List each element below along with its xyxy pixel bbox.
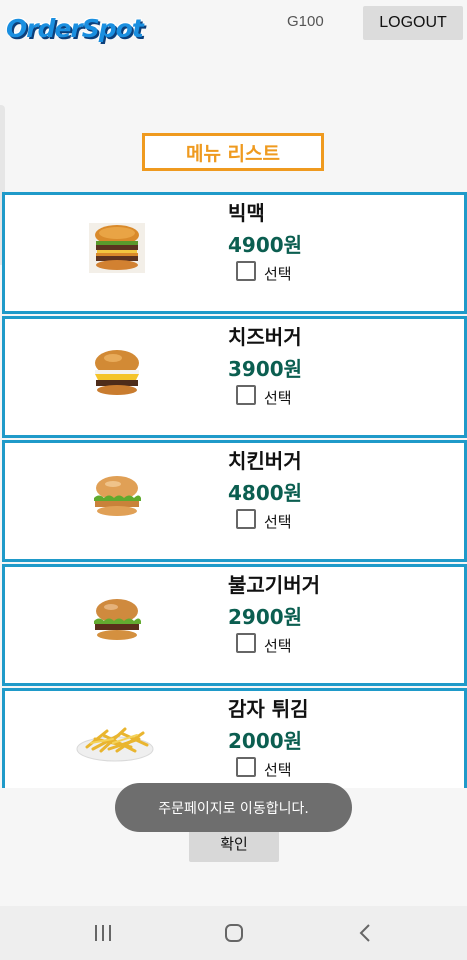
menu-list[interactable]: 빅맥 4900원 선택 치즈버거 3900원 선택 치킨버거 4800원 선택 … <box>0 192 467 788</box>
cheese-burger-image <box>89 347 145 397</box>
menu-item-price: 2900원 <box>228 605 303 629</box>
logout-button[interactable]: LOGOUT <box>363 6 463 40</box>
chicken-burger-image <box>89 471 145 521</box>
menu-item-checkbox[interactable] <box>236 509 256 529</box>
menu-item-select-label[interactable]: 선택 <box>264 263 292 284</box>
menu-item-checkbox[interactable] <box>236 261 256 281</box>
french-fries-image <box>73 709 157 765</box>
recent-apps-button[interactable] <box>73 906 133 960</box>
menu-item-price: 4900원 <box>228 233 303 257</box>
menu-item-name: 치킨버거 <box>228 449 302 473</box>
orderspot-logo: OrderSpot <box>6 14 144 43</box>
menu-item: 치즈버거 3900원 선택 <box>2 316 467 438</box>
recent-apps-icon <box>95 925 111 941</box>
bulgogi-burger-image <box>89 595 145 645</box>
home-button[interactable] <box>204 906 264 960</box>
menu-item-select-label[interactable]: 선택 <box>264 387 292 408</box>
back-icon <box>359 924 370 942</box>
menu-item: 불고기버거 2900원 선택 <box>2 564 467 686</box>
menu-item-select-label[interactable]: 선택 <box>264 511 292 532</box>
menu-item-name: 치즈버거 <box>228 325 302 349</box>
menu-list-title: 메뉴 리스트 <box>142 133 324 171</box>
home-icon <box>225 924 243 942</box>
menu-item-price: 4800원 <box>228 481 303 505</box>
menu-item-name: 빅맥 <box>228 201 265 225</box>
menu-item: 감자 튀김 2000원 선택 <box>2 688 467 788</box>
menu-item-select-label[interactable]: 선택 <box>264 759 292 780</box>
menu-item-checkbox[interactable] <box>236 633 256 653</box>
menu-item: 빅맥 4900원 선택 <box>2 192 467 314</box>
back-button[interactable] <box>335 906 395 960</box>
menu-item-checkbox[interactable] <box>236 385 256 405</box>
menu-item: 치킨버거 4800원 선택 <box>2 440 467 562</box>
android-navigation-bar <box>0 906 467 960</box>
menu-item-select-label[interactable]: 선택 <box>264 635 292 656</box>
bigmac-burger-image <box>89 223 145 273</box>
menu-item-price: 2000원 <box>228 729 303 753</box>
toast-message: 주문페이지로 이동합니다. <box>115 783 352 832</box>
menu-item-name: 감자 튀김 <box>228 697 309 721</box>
menu-item-price: 3900원 <box>228 357 303 381</box>
menu-item-checkbox[interactable] <box>236 757 256 777</box>
store-code: G100 <box>287 13 324 30</box>
menu-item-name: 불고기버거 <box>228 573 320 597</box>
